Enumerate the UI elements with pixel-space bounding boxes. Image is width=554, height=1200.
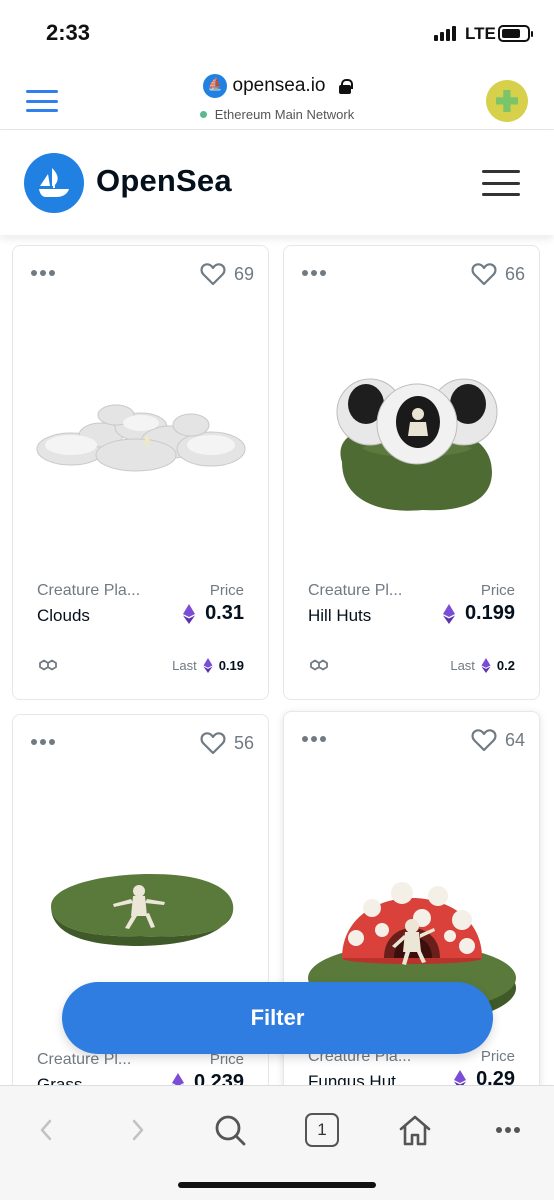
lock-icon xyxy=(339,79,354,94)
site-domain: opensea.io xyxy=(232,75,326,96)
last-price: 0.2 xyxy=(496,658,515,673)
forward-icon[interactable] xyxy=(118,1110,158,1150)
item-name[interactable]: Grass xyxy=(37,1075,82,1085)
heart-icon xyxy=(200,263,226,286)
network-name: Ethereum Main Network xyxy=(214,107,355,122)
tab-count: 1 xyxy=(305,1113,339,1147)
account-avatar[interactable] xyxy=(486,80,528,122)
last-label: Last xyxy=(450,658,475,673)
eth-icon xyxy=(442,603,455,624)
last-label: Last xyxy=(172,658,197,673)
tabs-button[interactable]: 1 xyxy=(302,1110,342,1150)
network-type: LTE xyxy=(465,24,496,43)
opensea-header: OpenSea xyxy=(0,131,554,235)
browser-toolbar: 1 xyxy=(0,1085,554,1200)
collection-name[interactable]: Creature Pl... xyxy=(308,582,402,600)
price-label: Price xyxy=(480,582,515,599)
battery-icon xyxy=(498,25,533,42)
eth-icon xyxy=(171,1072,184,1085)
back-icon[interactable] xyxy=(26,1110,66,1150)
heart-icon xyxy=(471,263,497,286)
price-label: Price xyxy=(209,582,244,599)
home-indicator xyxy=(178,1182,376,1188)
heart-icon xyxy=(200,732,226,755)
asset-card[interactable]: 66 Creature Pl... Hill Huts Price 0.199 … xyxy=(283,245,540,700)
likes-count: 56 xyxy=(233,732,254,753)
polygon-chain-icon xyxy=(39,659,57,671)
favorite-button[interactable]: 69 xyxy=(200,262,254,286)
asset-image-clouds[interactable] xyxy=(13,302,268,572)
status-time: 2:33 xyxy=(46,20,91,45)
item-name[interactable]: Clouds xyxy=(37,606,90,626)
brand-name[interactable]: OpenSea xyxy=(96,163,232,199)
more-options-icon[interactable] xyxy=(302,270,326,276)
signal-icon xyxy=(434,26,456,41)
more-options-icon[interactable] xyxy=(31,739,55,745)
filter-button[interactable]: Filter xyxy=(62,982,493,1054)
item-name[interactable]: Fungus Hut xyxy=(308,1072,396,1085)
price-label: Price xyxy=(480,1048,515,1065)
more-options-icon[interactable] xyxy=(302,736,326,742)
price-value: 0.31 xyxy=(205,602,244,624)
status-bar: 2:33 LTE xyxy=(0,0,554,66)
eth-icon xyxy=(183,603,196,624)
main-menu-icon[interactable] xyxy=(482,170,520,196)
home-icon[interactable] xyxy=(395,1110,435,1150)
asset-image-hill-huts[interactable] xyxy=(284,302,539,572)
likes-count: 69 xyxy=(233,263,254,284)
eth-icon xyxy=(203,658,213,673)
site-favicon-icon xyxy=(202,74,227,98)
item-name[interactable]: Hill Huts xyxy=(308,606,371,626)
search-icon[interactable] xyxy=(210,1110,250,1150)
more-icon[interactable] xyxy=(488,1110,528,1150)
network-status-dot xyxy=(199,111,207,118)
favorite-button[interactable]: 56 xyxy=(200,731,254,755)
likes-count: 66 xyxy=(504,263,525,284)
last-price: 0.19 xyxy=(218,658,244,673)
collection-name[interactable]: Creature Pla... xyxy=(37,582,140,600)
asset-card[interactable]: 69 Creature Pla... Clouds Price 0.31 Las… xyxy=(12,245,269,700)
likes-count: 64 xyxy=(504,729,525,750)
opensea-logo-icon[interactable] xyxy=(24,153,84,213)
polygon-chain-icon xyxy=(310,659,328,671)
eth-icon xyxy=(454,1069,467,1085)
browser-address-bar: opensea.io Ethereum Main Network xyxy=(0,66,554,130)
price-value: 0.239 xyxy=(193,1071,244,1085)
site-info[interactable]: opensea.io Ethereum Main Network xyxy=(0,74,554,123)
heart-icon xyxy=(471,729,497,752)
favorite-button[interactable]: 66 xyxy=(471,262,525,286)
eth-icon xyxy=(481,658,491,673)
last-sale: Last 0.19 xyxy=(172,658,244,673)
more-options-icon[interactable] xyxy=(31,270,55,276)
favorite-button[interactable]: 64 xyxy=(471,728,525,752)
last-sale: Last 0.2 xyxy=(450,658,515,673)
price-value: 0.199 xyxy=(464,602,515,624)
price-value: 0.29 xyxy=(476,1068,515,1085)
asset-grid: 69 Creature Pla... Clouds Price 0.31 Las… xyxy=(0,235,554,1085)
